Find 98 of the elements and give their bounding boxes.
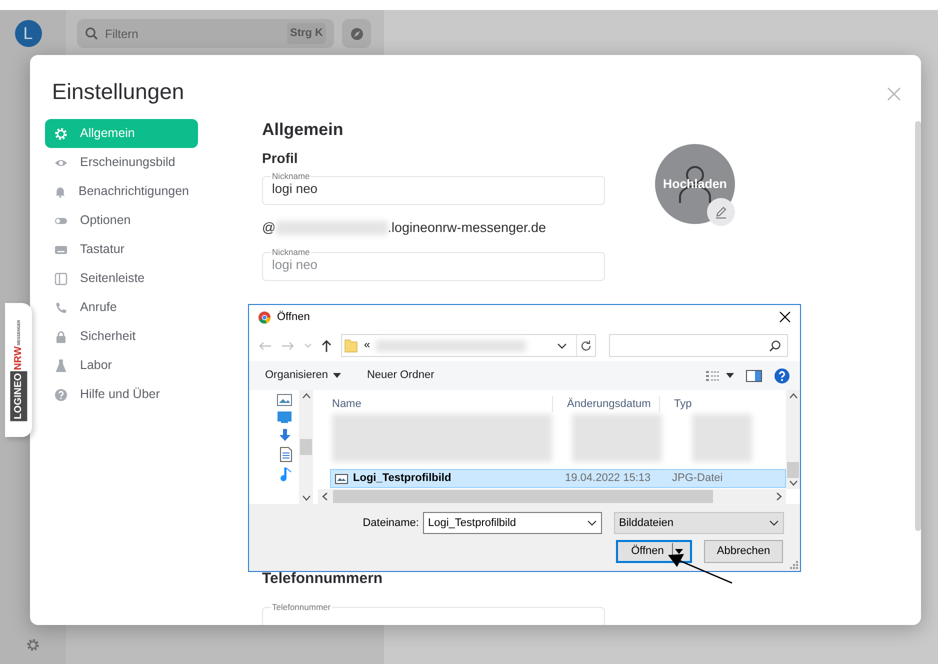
input-field[interactable]: Nickname logi neo	[262, 248, 605, 281]
scroll-thumb[interactable]	[300, 439, 312, 455]
caret-icon	[302, 393, 310, 399]
split-button[interactable]: Öffnen	[616, 540, 692, 563]
caret-icon	[726, 373, 734, 378]
settings-nav-item[interactable]: Seitenleiste	[45, 264, 198, 293]
scrollbar[interactable]	[786, 390, 800, 489]
search-placeholder: Filtern	[105, 26, 138, 42]
preview-pane-icon[interactable]	[746, 370, 762, 382]
download-icon	[278, 428, 292, 442]
image-icon	[277, 394, 292, 406]
dialog-title: Einstellungen	[51, 78, 184, 105]
field-label: Dateiname:	[362, 516, 419, 531]
scroll-thumb[interactable]	[333, 490, 713, 503]
search-icon	[769, 340, 781, 352]
column-header[interactable]: Änderungsdatum	[552, 396, 659, 412]
settings-nav-item[interactable]: Erscheinungsbild	[45, 148, 198, 177]
logo-text: LOGINEO	[10, 370, 27, 421]
settings-nav-item[interactable]: Sicherheit	[45, 322, 198, 351]
section-heading: Telefonnummern	[262, 570, 384, 588]
phone-icon	[54, 300, 68, 314]
caret-icon	[769, 520, 779, 526]
field-label: Telefonnummer	[271, 603, 332, 612]
avatar-upload-button[interactable]: Hochladen	[655, 144, 735, 224]
caret-icon	[302, 495, 310, 501]
text-field[interactable]: Telefonnummer	[262, 603, 605, 625]
shortcut-hint: Strg K	[287, 23, 326, 44]
lock-icon	[54, 330, 68, 344]
settings-icon	[54, 126, 68, 140]
flask-icon	[54, 358, 68, 372]
field-label: Nickname	[271, 172, 311, 181]
forward-arrow-icon[interactable]	[281, 340, 295, 350]
toolbar-button[interactable]: Neuer Ordner	[366, 367, 434, 384]
music-icon	[280, 467, 292, 482]
toolbar-button[interactable]: Organisieren	[265, 367, 341, 384]
scrollbar[interactable]	[915, 121, 921, 531]
input-field[interactable]: Nickname logi neo	[262, 172, 605, 205]
column-header[interactable]: Typ	[659, 396, 749, 412]
desktop-icon	[277, 411, 292, 423]
file-type: JPG-Datei	[672, 471, 723, 486]
resize-grip-icon	[790, 561, 798, 569]
help-icon[interactable]	[774, 368, 790, 384]
avatar[interactable]: L	[14, 20, 42, 47]
file-type-dropdown[interactable]: Bilddateien	[614, 512, 784, 534]
scrollbar[interactable]	[299, 390, 313, 504]
list-view-icon	[705, 370, 721, 382]
file-name-field[interactable]: Logi_Testprofilbild	[423, 512, 602, 534]
column-header[interactable]: Name	[318, 396, 552, 412]
up-arrow-icon[interactable]	[321, 339, 332, 352]
help-icon	[54, 388, 68, 402]
edit-button[interactable]	[707, 198, 735, 226]
file-date: 19.04.2022 15:13	[565, 471, 652, 486]
caret-icon[interactable]	[304, 343, 312, 348]
user-id-text: .logineonrw-messenger.de	[388, 218, 546, 237]
compass-icon	[350, 26, 364, 40]
sidebar-icon	[54, 272, 68, 286]
section-heading: Allgemein	[262, 120, 344, 140]
bell-icon	[54, 184, 66, 198]
browser-icon	[258, 311, 271, 324]
section-subheading: Profil	[262, 149, 299, 167]
view-button[interactable]	[705, 370, 734, 382]
settings-nav-item[interactable]: Anrufe	[45, 293, 198, 322]
settings-icon[interactable]	[26, 638, 40, 652]
file-name: Logi_Testprofilbild	[353, 471, 452, 486]
close-icon	[779, 311, 791, 324]
file-row[interactable]: Logi_Testprofilbild 19.04.2022 15:13 JPG-Datei	[330, 469, 786, 488]
pencil-icon	[714, 205, 728, 219]
scroll-thumb[interactable]	[787, 462, 799, 478]
address-text: «	[364, 338, 370, 354]
settings-nav-item[interactable]: Tastatur	[45, 235, 198, 264]
search-field[interactable]	[609, 334, 788, 357]
caret-icon	[788, 393, 798, 399]
annotation-arrow	[668, 554, 732, 584]
field-label: Nickname	[271, 248, 311, 257]
scrollbar[interactable]	[318, 489, 786, 504]
close-icon	[887, 86, 901, 101]
text-field[interactable]: logi neo	[272, 181, 595, 197]
text-field[interactable]: logi neo	[272, 257, 595, 273]
dialog-button[interactable]: Abbrechen	[704, 540, 783, 563]
document-icon	[280, 447, 292, 462]
address-bar[interactable]: «	[341, 334, 596, 357]
explore-button[interactable]	[342, 19, 371, 48]
logo-text: NRW	[12, 346, 25, 370]
settings-nav-item[interactable]: Optionen	[45, 206, 198, 235]
settings-nav-item[interactable]: Labor	[45, 351, 198, 380]
search-icon	[85, 27, 98, 40]
caret-icon	[587, 520, 597, 526]
caret-icon	[557, 342, 567, 348]
caret-icon	[322, 492, 328, 501]
dialog-title: Öffnen	[277, 310, 310, 326]
folder-icon	[344, 338, 358, 353]
settings-nav-item[interactable]: Benachrichtigungen	[45, 177, 198, 206]
image-file-icon	[335, 474, 348, 484]
user-id-text: @	[262, 218, 276, 237]
back-arrow-icon[interactable]	[258, 340, 272, 350]
settings-nav-item[interactable]: Hilfe und Über	[45, 380, 198, 409]
refresh-icon	[580, 340, 592, 352]
redacted-area	[692, 414, 752, 462]
